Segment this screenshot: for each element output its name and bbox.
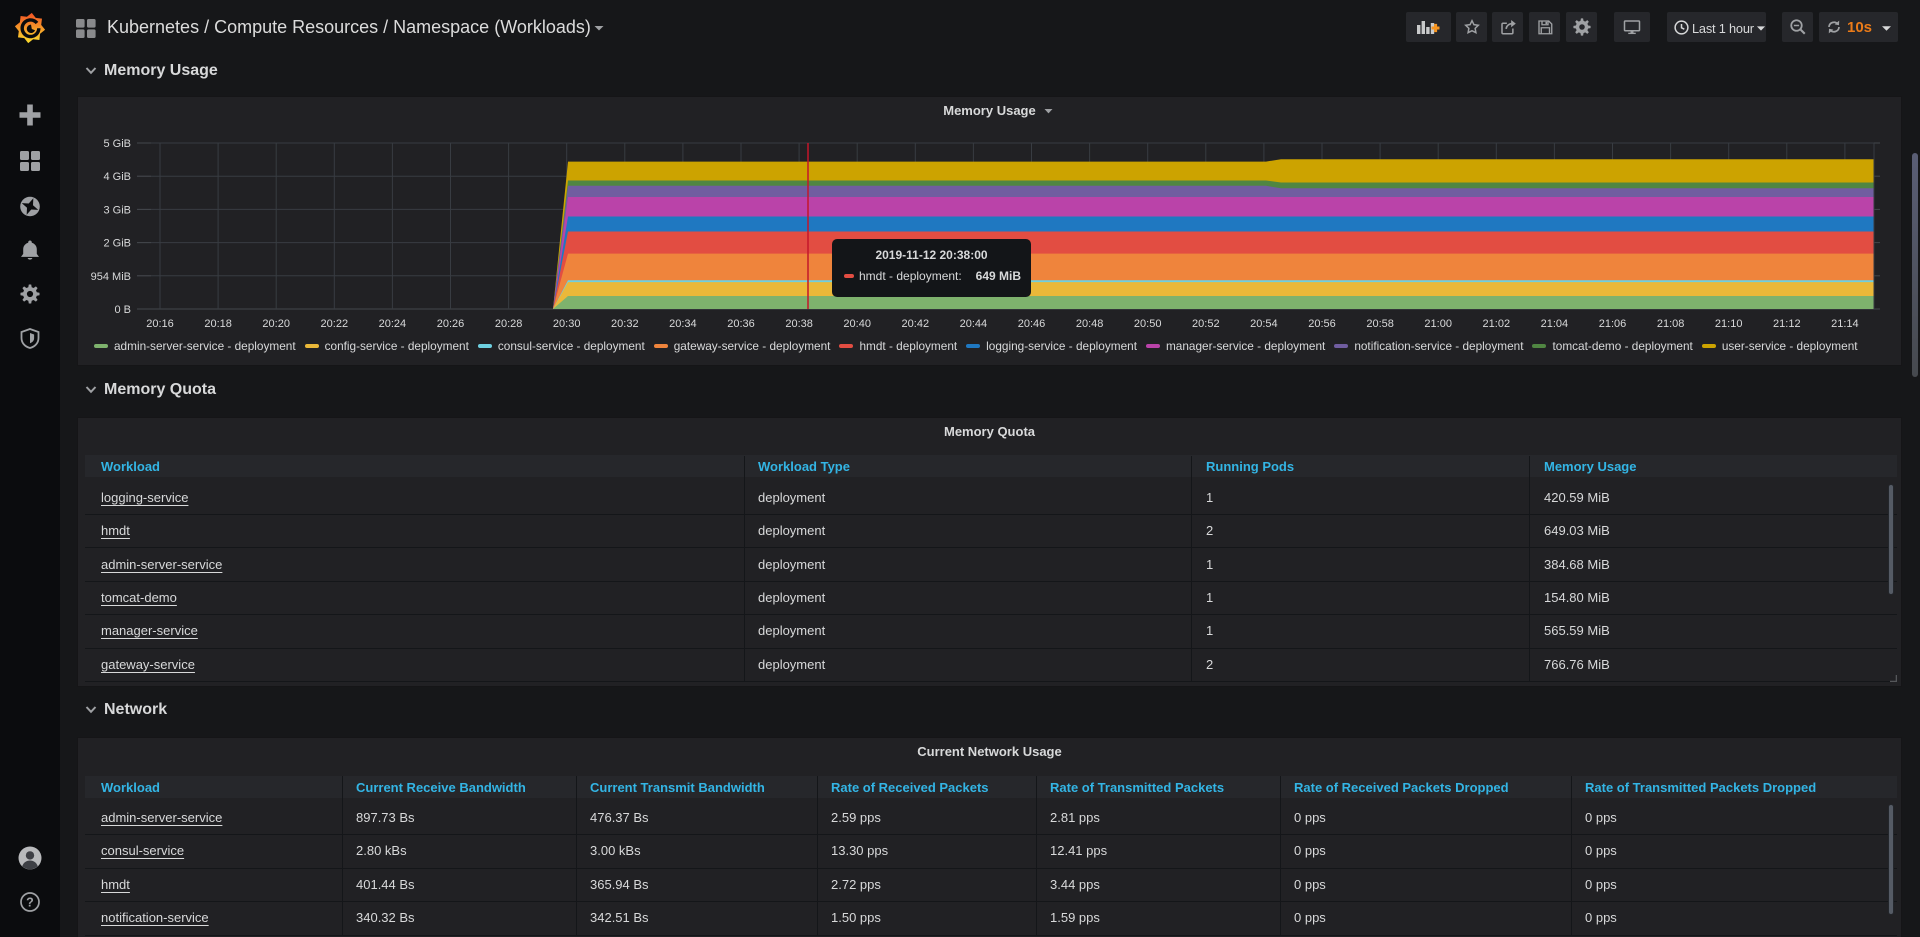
- svg-text:20:30: 20:30: [553, 318, 581, 330]
- svg-text:20:32: 20:32: [611, 318, 639, 330]
- svg-text:20:26: 20:26: [437, 318, 465, 330]
- svg-text:?: ?: [26, 895, 34, 909]
- svg-text:20:44: 20:44: [960, 318, 988, 330]
- svg-text:20:18: 20:18: [204, 318, 232, 330]
- svg-text:20:34: 20:34: [669, 318, 697, 330]
- svg-text:20:36: 20:36: [727, 318, 755, 330]
- svg-text:20:52: 20:52: [1192, 318, 1220, 330]
- svg-text:20:54: 20:54: [1250, 318, 1278, 330]
- svg-text:0 B: 0 B: [114, 304, 131, 316]
- svg-text:2 GiB: 2 GiB: [103, 238, 131, 250]
- svg-text:21:02: 21:02: [1483, 318, 1511, 330]
- svg-text:954 MiB: 954 MiB: [91, 271, 131, 283]
- svg-text:20:56: 20:56: [1308, 318, 1336, 330]
- svg-text:20:22: 20:22: [321, 318, 349, 330]
- svg-text:20:38: 20:38: [785, 318, 813, 330]
- svg-text:21:06: 21:06: [1599, 318, 1627, 330]
- svg-text:20:20: 20:20: [262, 318, 290, 330]
- svg-text:21:14: 21:14: [1831, 318, 1859, 330]
- svg-text:20:48: 20:48: [1076, 318, 1104, 330]
- svg-text:21:10: 21:10: [1715, 318, 1743, 330]
- svg-text:21:08: 21:08: [1657, 318, 1685, 330]
- svg-text:21:04: 21:04: [1541, 318, 1569, 330]
- svg-text:20:46: 20:46: [1018, 318, 1046, 330]
- svg-text:20:58: 20:58: [1366, 318, 1394, 330]
- svg-text:21:00: 21:00: [1424, 318, 1452, 330]
- svg-text:21:12: 21:12: [1773, 318, 1801, 330]
- svg-text:20:16: 20:16: [146, 318, 174, 330]
- svg-text:20:42: 20:42: [902, 318, 930, 330]
- svg-text:20:50: 20:50: [1134, 318, 1162, 330]
- svg-text:3 GiB: 3 GiB: [103, 204, 131, 216]
- svg-text:20:24: 20:24: [379, 318, 407, 330]
- svg-text:4 GiB: 4 GiB: [103, 171, 131, 183]
- svg-text:20:40: 20:40: [843, 318, 871, 330]
- svg-text:20:28: 20:28: [495, 318, 523, 330]
- svg-text:5 GiB: 5 GiB: [103, 138, 131, 150]
